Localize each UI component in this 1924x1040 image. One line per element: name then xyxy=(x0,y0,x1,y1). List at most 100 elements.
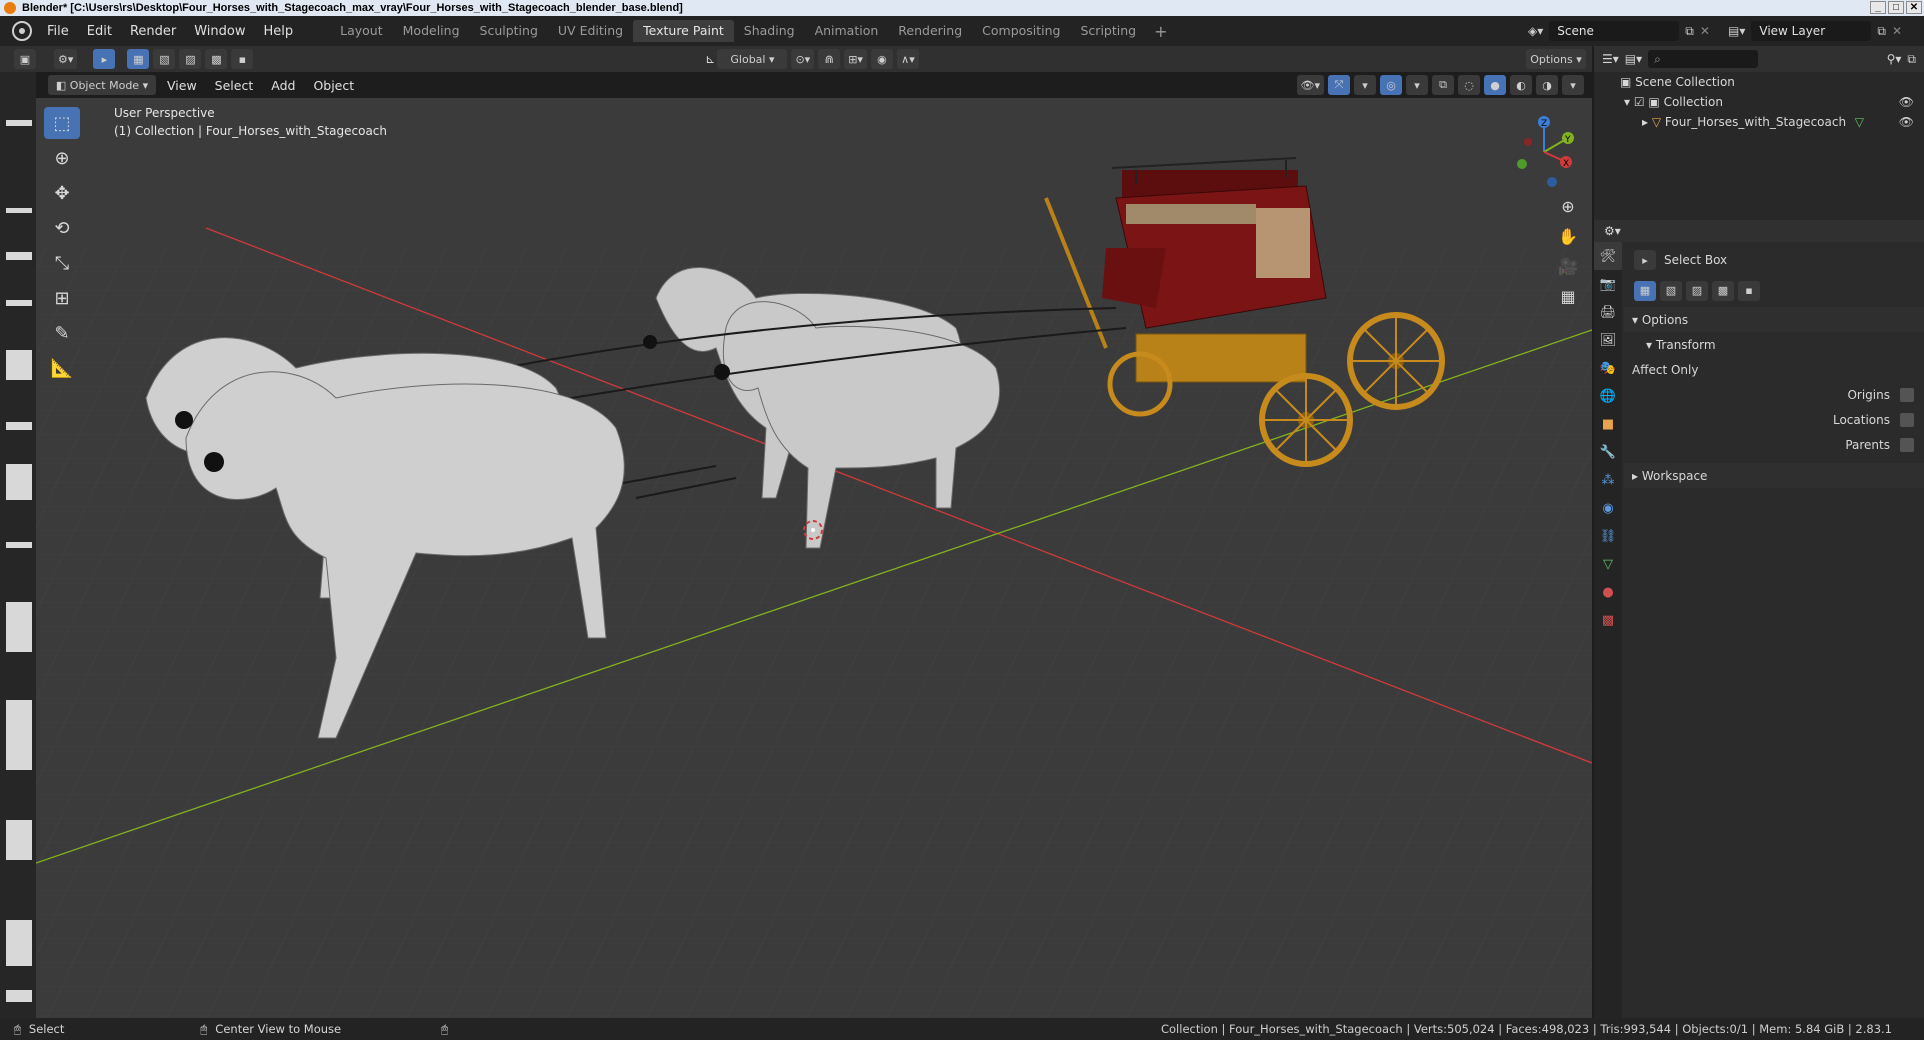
expand-arrow-icon[interactable]: ▸ xyxy=(1642,115,1652,129)
tab-uv-editing[interactable]: UV Editing xyxy=(548,20,633,42)
data-tab-icon[interactable]: ▽ xyxy=(1594,550,1622,578)
view-layer-field[interactable]: View Layer xyxy=(1751,21,1872,41)
wireframe-shading-icon[interactable]: ◌ xyxy=(1458,75,1480,95)
3d-viewport[interactable]: User Perspective (1) Collection | Four_H… xyxy=(36,98,1592,1018)
mode-invert-icon[interactable]: ▩ xyxy=(1712,280,1734,301)
collapse-arrow-icon[interactable]: ▾ xyxy=(1624,95,1634,109)
scene-tab-icon[interactable]: 🎭 xyxy=(1594,354,1622,382)
mode-subtract-icon[interactable]: ▨ xyxy=(1686,280,1708,301)
navigation-gizmo[interactable]: Z Y X xyxy=(1504,112,1584,192)
xray-toggle-icon[interactable]: ⧉ xyxy=(1432,75,1454,95)
eye-icon[interactable]: 👁 xyxy=(1899,115,1914,129)
checkbox-icon[interactable]: ☑ xyxy=(1634,95,1649,109)
measure-tool-icon[interactable]: 📐 xyxy=(44,352,80,384)
texture-tab-icon[interactable]: ▩ xyxy=(1594,606,1622,634)
render-tab-icon[interactable]: 📷 xyxy=(1594,270,1622,298)
mode-intersect-icon[interactable]: ▪ xyxy=(231,49,254,69)
pan-hand-icon[interactable]: ✋ xyxy=(1554,222,1582,250)
annotate-tool-icon[interactable]: ✎ xyxy=(44,317,80,349)
material-tab-icon[interactable]: ● xyxy=(1594,578,1622,606)
overlays-dropdown-icon[interactable]: ▾ xyxy=(1406,75,1428,95)
select-box-tool-icon[interactable]: ⬚ xyxy=(44,107,80,139)
zoom-icon[interactable]: ⊕ xyxy=(1554,192,1582,220)
menu-render[interactable]: Render xyxy=(121,24,185,39)
properties-editor-icon[interactable]: ⚙▾ xyxy=(1604,224,1621,238)
tab-texture-paint[interactable]: Texture Paint xyxy=(633,20,734,42)
mode-invert-icon[interactable]: ▩ xyxy=(205,49,228,69)
view-layer-icon[interactable]: ▤▾ xyxy=(1728,24,1745,38)
snap-target-icon[interactable]: ⊞▾ xyxy=(844,49,867,69)
transform-subsection-header[interactable]: ▾ Transform xyxy=(1624,332,1924,357)
mode-extend-icon[interactable]: ▧ xyxy=(1660,280,1682,301)
outliner-search-input[interactable]: ⌕ xyxy=(1648,50,1759,68)
mode-new-icon[interactable]: ▦ xyxy=(127,49,150,69)
scene-copy-icon[interactable]: ⧉ xyxy=(1685,24,1694,39)
physics-tab-icon[interactable]: ◉ xyxy=(1594,494,1622,522)
shading-dropdown-icon[interactable]: ▾ xyxy=(1562,75,1584,95)
view-layer-tab-icon[interactable]: 🖼 xyxy=(1594,326,1622,354)
mode-subtract-icon[interactable]: ▨ xyxy=(179,49,202,69)
blender-menu-icon[interactable] xyxy=(12,21,32,41)
parents-checkbox[interactable] xyxy=(1900,437,1914,452)
view-layer-copy-icon[interactable]: ⧉ xyxy=(1877,24,1886,39)
outliner-item-object[interactable]: ▸ ▽ Four_Horses_with_Stagecoach ▽ 👁 xyxy=(1594,112,1924,132)
tab-layout[interactable]: Layout xyxy=(330,20,393,42)
display-mode-icon[interactable]: ▤▾ xyxy=(1625,52,1642,66)
close-button[interactable]: ✕ xyxy=(1906,1,1922,14)
scene-field[interactable]: Scene xyxy=(1549,21,1680,41)
scene-remove-icon[interactable]: ✕ xyxy=(1700,24,1710,38)
rendered-shading-icon[interactable]: ◑ xyxy=(1536,75,1558,95)
rotate-tool-icon[interactable]: ⟲ xyxy=(44,212,80,244)
pivot-icon[interactable]: ⊙▾ xyxy=(791,49,815,69)
filter-icon[interactable]: ⚲▾ xyxy=(1887,52,1902,66)
menu-edit[interactable]: Edit xyxy=(78,24,121,39)
visibility-icon[interactable]: 👁▾ xyxy=(1296,75,1324,95)
tab-rendering[interactable]: Rendering xyxy=(888,20,972,42)
solid-shading-icon[interactable]: ● xyxy=(1484,75,1506,95)
gizmo-dropdown-icon[interactable]: ▾ xyxy=(1354,75,1376,95)
transform-tool-icon[interactable]: ⊞ xyxy=(44,282,80,314)
origins-checkbox[interactable] xyxy=(1900,387,1914,402)
outliner-editor-icon[interactable]: ☰▾ xyxy=(1602,52,1619,66)
tool-tab-icon[interactable]: 🛠 xyxy=(1594,242,1622,270)
eye-icon[interactable]: 👁 xyxy=(1899,95,1914,109)
add-workspace-button[interactable]: + xyxy=(1146,22,1175,41)
locations-row[interactable]: Locations xyxy=(1624,407,1924,432)
minimize-button[interactable]: _ xyxy=(1870,1,1886,14)
object-mode-dropdown[interactable]: ◧ Object Mode ▾ xyxy=(48,75,156,95)
tab-scripting[interactable]: Scripting xyxy=(1071,20,1147,42)
move-tool-icon[interactable]: ✥ xyxy=(44,177,80,209)
menu-window[interactable]: Window xyxy=(185,24,254,39)
outliner-item-collection[interactable]: ▾ ☑ ▣ Collection 👁 xyxy=(1594,92,1924,112)
new-collection-icon[interactable]: ⧉ xyxy=(1907,52,1916,67)
workspace-section-header[interactable]: ▸ Workspace xyxy=(1624,463,1924,488)
particles-tab-icon[interactable]: ⁂ xyxy=(1594,466,1622,494)
maximize-button[interactable]: □ xyxy=(1888,1,1904,14)
proportional-edit-icon[interactable]: ◉ xyxy=(870,49,893,69)
origins-row[interactable]: Origins xyxy=(1624,382,1924,407)
options-dropdown[interactable]: Options ▾ xyxy=(1526,49,1586,69)
viewport-menu-add[interactable]: Add xyxy=(262,78,304,93)
gizmo-toggle-icon[interactable]: ⤧ xyxy=(1328,75,1350,95)
world-tab-icon[interactable]: 🌐 xyxy=(1594,382,1622,410)
scale-tool-icon[interactable]: ⤡ xyxy=(44,247,80,279)
tab-modeling[interactable]: Modeling xyxy=(393,20,470,42)
transform-orientation-dropdown[interactable]: Global ▾ xyxy=(717,49,788,69)
tool-settings-icon[interactable]: ⚙▾ xyxy=(54,49,78,69)
viewport-menu-select[interactable]: Select xyxy=(206,78,263,93)
tab-shading[interactable]: Shading xyxy=(734,20,805,42)
parents-row[interactable]: Parents xyxy=(1624,432,1924,457)
outliner-item-scene-collection[interactable]: ▣ Scene Collection xyxy=(1594,72,1924,92)
options-section-header[interactable]: ▾ Options xyxy=(1624,307,1924,332)
editor-type-icon[interactable]: ▣ xyxy=(14,49,36,69)
cursor-tool-icon[interactable]: ⊕ xyxy=(44,142,80,174)
tab-sculpting[interactable]: Sculpting xyxy=(470,20,548,42)
tab-compositing[interactable]: Compositing xyxy=(972,20,1070,42)
locations-checkbox[interactable] xyxy=(1900,412,1914,427)
overlays-toggle-icon[interactable]: ◎ xyxy=(1380,75,1402,95)
mode-intersect-icon[interactable]: ▪ xyxy=(1738,280,1760,301)
select-box-tool-button[interactable]: ▸ xyxy=(93,49,116,69)
viewport-menu-view[interactable]: View xyxy=(158,78,206,93)
tab-animation[interactable]: Animation xyxy=(805,20,889,42)
mode-new-icon[interactable]: ▦ xyxy=(1634,280,1656,301)
